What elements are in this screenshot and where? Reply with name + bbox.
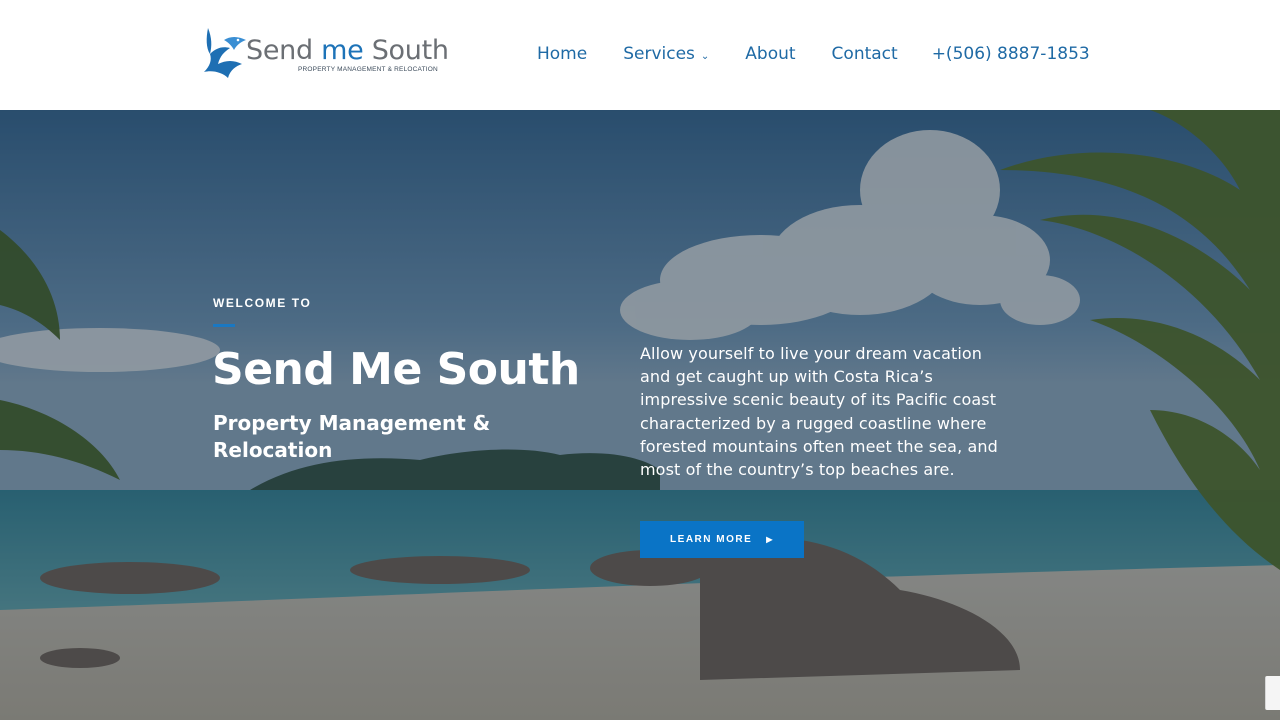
- hero-title: Send Me South: [212, 344, 580, 395]
- logo-title: Send me South: [246, 35, 449, 66]
- hero-section: WELCOME TO Send Me South Property Manage…: [0, 110, 1280, 720]
- hero-eyebrow: WELCOME TO: [213, 296, 312, 310]
- nav-services[interactable]: Services ⌄: [623, 44, 709, 64]
- hero-subtitle: Property Management & Relocation: [213, 411, 491, 462]
- logo-text: Send me South PROPERTY MANAGEMENT & RELO…: [246, 35, 449, 74]
- logo-subtitle: PROPERTY MANAGEMENT & RELOCATION: [298, 66, 438, 73]
- eyebrow-divider: [213, 324, 235, 327]
- chevron-down-icon: ⌄: [700, 50, 710, 62]
- nav-contact[interactable]: Contact: [832, 44, 898, 64]
- nav-about[interactable]: About: [745, 44, 795, 64]
- learn-more-label: LEARN MORE: [670, 534, 753, 545]
- main-nav: Home Services ⌄ About Contact +(506) 8887…: [537, 42, 1090, 66]
- site-header: Send me South PROPERTY MANAGEMENT & RELO…: [0, 0, 1280, 110]
- nav-home[interactable]: Home: [537, 44, 587, 64]
- hero-description: Allow yourself to live your dream vacati…: [640, 344, 998, 480]
- nav-phone-link[interactable]: +(506) 8887-1853: [932, 44, 1090, 64]
- learn-more-button[interactable]: LEARN MORE ▶: [640, 521, 804, 558]
- play-arrow-icon: ▶: [766, 535, 774, 544]
- recaptcha-badge[interactable]: [1265, 676, 1280, 710]
- swallow-bird-icon: [204, 28, 246, 78]
- logo[interactable]: Send me South PROPERTY MANAGEMENT & RELO…: [202, 26, 452, 82]
